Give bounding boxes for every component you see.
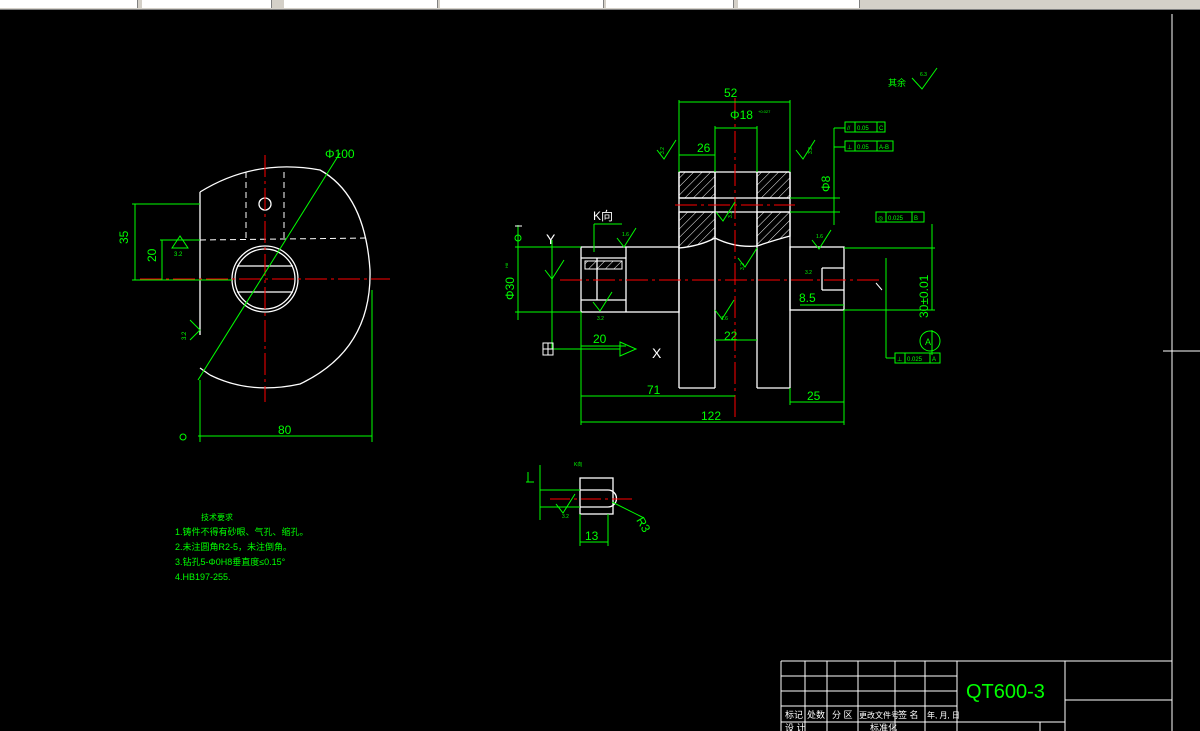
axis-y-label: Y <box>546 231 556 247</box>
tol2-symbol: ⊥ <box>847 144 852 151</box>
dim-k-direction: K向 <box>593 208 613 223</box>
datum-a-label: A <box>925 337 931 347</box>
toolbar-field-6[interactable] <box>738 0 860 8</box>
front-dia100: Φ100 <box>325 147 355 161</box>
tol3-datum: B <box>914 216 918 222</box>
dim-8-5: 8.5 <box>799 291 816 305</box>
tb-label-5: 签 名 <box>898 709 919 720</box>
tb-bottom-1: 设 计 <box>785 722 806 731</box>
rough-6: 3.2 <box>728 211 734 218</box>
window-toolbar <box>0 0 1200 10</box>
dim-dia30-tol: H8 <box>504 262 509 268</box>
tb-label-1: 标记 <box>785 709 803 720</box>
note-4: 4.HB197-255. <box>175 572 231 582</box>
dim-dia30: Φ30 <box>503 277 517 300</box>
tol1-symbol: // <box>847 126 851 132</box>
rough-8: 3.2 <box>597 316 604 322</box>
dim-26: 26 <box>697 141 711 155</box>
rough-0: 6.3 <box>920 72 927 78</box>
tb-label-3: 分 区 <box>832 710 853 720</box>
k-rough: 3.2 <box>562 514 569 520</box>
dim-dia18: Φ18 <box>730 108 753 122</box>
tol3-symbol: ◎ <box>878 216 883 222</box>
tb-label-6: 年, 月, 日 <box>927 710 960 720</box>
toolbar-field-2[interactable] <box>142 0 272 8</box>
tol2-datum: A-B <box>879 145 889 151</box>
toolbar-field-5[interactable] <box>606 0 734 8</box>
tol1-value: 0.05 <box>857 126 869 132</box>
tb-label-2: 处数 <box>807 709 825 720</box>
k-view-title: K向 <box>574 461 582 468</box>
front-rough-2: 3.2 <box>182 331 188 340</box>
tol2-value: 0.05 <box>857 145 869 151</box>
note-3: 3.钻孔5-Φ0H8垂直度≤0.15° <box>175 557 286 567</box>
toolbar-field-1[interactable] <box>0 0 138 8</box>
technical-notes: 技术要求 1.铸件不得有砂眼、气孔、缩孔。 2.未注圆角R2-5，未注倒角。 3… <box>175 510 309 585</box>
dim-25: 25 <box>807 389 821 403</box>
note-2: 2.未注圆角R2-5，未注倒角。 <box>175 542 293 552</box>
tol4-symbol: ⊥ <box>897 356 902 363</box>
front-rough-1: 3.2 <box>174 252 183 258</box>
tol4-datum: A <box>932 357 936 363</box>
rough-3: 1.6 <box>622 232 629 238</box>
tol1-datum: C <box>879 126 884 132</box>
dim-dia8: Φ8 <box>819 175 833 192</box>
rough-other-label: 其余 <box>888 77 906 88</box>
dim-30-tol: 30±0.01 <box>917 274 931 318</box>
front-d20: 20 <box>145 248 159 262</box>
rough-1: 3.2 <box>660 147 666 154</box>
front-d80: 80 <box>278 423 292 437</box>
front-d35: 35 <box>117 230 131 244</box>
material-label: QT600-3 <box>966 681 1045 703</box>
rough-5: 3.2 <box>740 263 746 270</box>
dim-20: 20 <box>593 332 607 346</box>
dim-22: 22 <box>724 329 738 343</box>
tol3-value: 0.025 <box>888 216 904 222</box>
tb-label-4: 更改文件号 <box>859 710 899 720</box>
rough-9: 3.2 <box>805 270 812 276</box>
k-dim-13: 13 <box>585 529 599 543</box>
toolbar-field-3[interactable] <box>284 0 438 8</box>
tb-bottom-2: 标准化 <box>870 722 897 731</box>
dim-52: 52 <box>724 86 738 100</box>
rough-4: 1.6 <box>816 234 823 240</box>
dim-dia18-tol: +0.027 <box>758 109 771 114</box>
rough-2: 3.2 <box>808 147 814 154</box>
tol4-value: 0.025 <box>907 357 923 363</box>
rough-7: 1.6 <box>721 316 728 322</box>
dim-122: 122 <box>701 409 721 423</box>
drawing-canvas[interactable]: Φ100 35 20 80 3.2 3.2 // 0.05 C ⊥ 0.05 A… <box>0 10 1200 731</box>
notes-title: 技术要求 <box>201 513 233 522</box>
note-1: 1.铸件不得有砂眼、气孔、缩孔。 <box>175 527 309 537</box>
dim-71: 71 <box>647 383 661 397</box>
axis-x-label: X <box>652 345 662 361</box>
toolbar-field-4[interactable] <box>440 0 604 8</box>
